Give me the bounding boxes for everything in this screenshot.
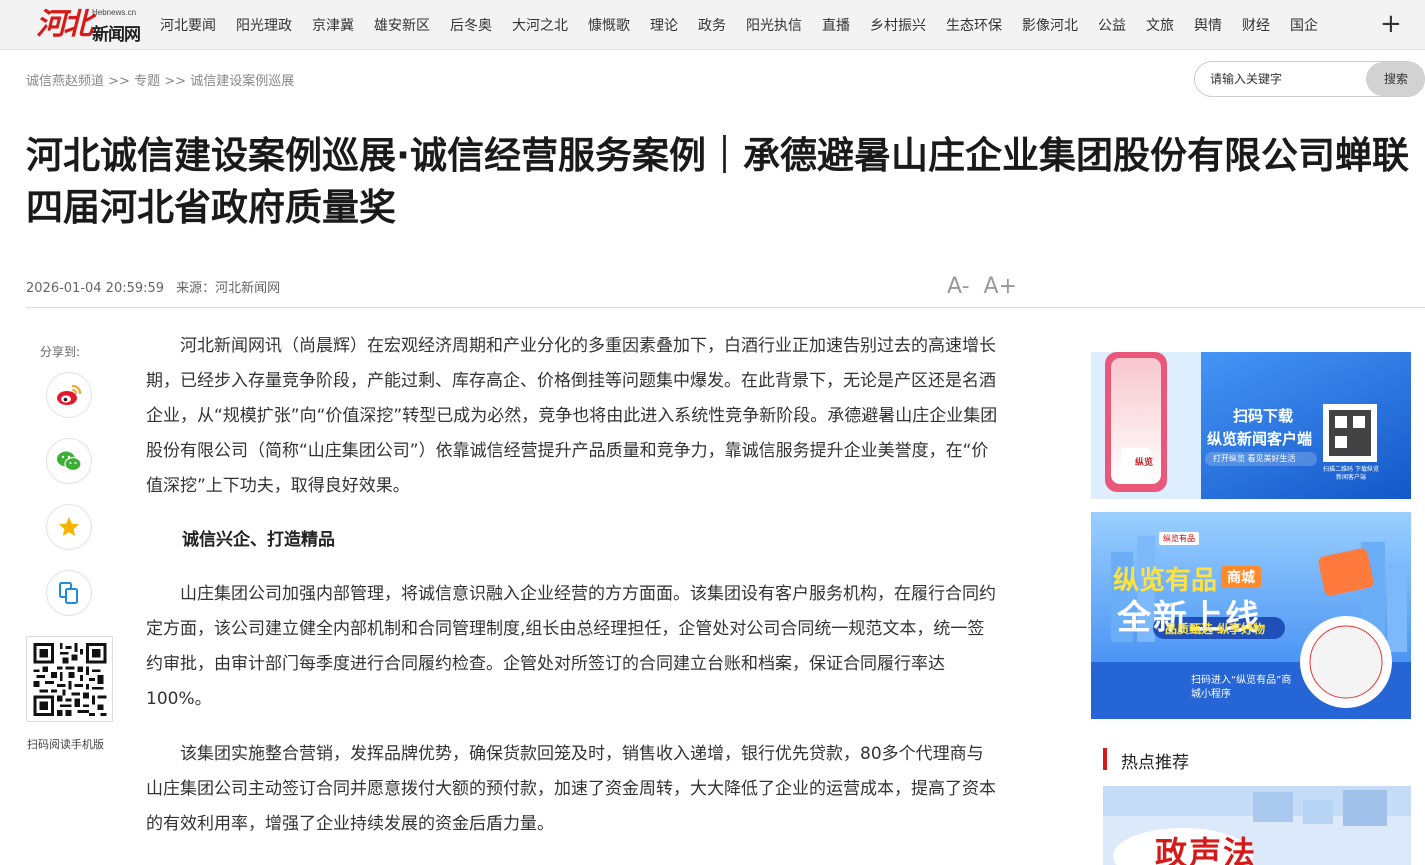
nav-link[interactable]: 阳光理政 [236,15,292,35]
hot-image-text: 政声法 [1155,834,1258,865]
share-favorite-button[interactable] [46,504,92,550]
nav-link[interactable]: 理论 [650,15,678,35]
breadcrumb-separator: >> [164,74,187,89]
hot-recommend-image[interactable]: 政声法 [1103,786,1411,865]
nav-link[interactable]: 文旅 [1146,15,1174,35]
mall-launch-banner[interactable]: 纵览有品 纵览有品 商城 全新上线 品质甄选 纵享好物 扫码进入“纵览有品”商城… [1091,512,1411,719]
ad1-line3: 打开纵览 看见美好生活 [1213,454,1296,463]
nav-link[interactable]: 舆情 [1194,15,1222,35]
ad2-cta: 扫码进入“纵览有品”商城小程序 [1191,675,1292,700]
qr-caption: 扫码阅读手机版 [27,738,104,751]
font-decrease-button[interactable]: A- [947,274,970,299]
breadcrumb-item[interactable]: 诚信燕赵频道 [26,74,104,89]
ad2-slogan: 品质甄选 纵享好物 [1165,622,1266,636]
nav-link[interactable]: 慷慨歌 [588,15,630,35]
breadcrumb-separator: >> [108,74,130,89]
nav-link[interactable]: 财经 [1242,15,1270,35]
ad1-qr-caption: 扫描二维码 下载纵览新闻客户端 [1323,466,1379,481]
copy-icon [59,582,78,604]
breadcrumb-item[interactable]: 专题 [134,74,160,89]
phone-brand-text: 纵览 [1135,458,1154,468]
font-size-controls: A- A+ [947,274,1031,299]
wechat-icon [57,451,82,472]
ad1-line1: 扫码下载 [1233,407,1294,425]
breadcrumb: 诚信燕赵频道 >> 专题 >> 诚信建设案例巡展 [26,70,294,89]
nav-link[interactable]: 直播 [822,15,850,35]
share-label: 分享到: [40,345,81,359]
qr-code-icon [33,643,107,716]
more-plus-icon[interactable]: + [1380,11,1402,37]
top-nav: 河北 Hebnews.cn 新闻网 河北要闻 阳光理政 京津冀 雄安新区 后冬奥 大河之北… [0,0,1425,50]
title-divider [26,307,1425,308]
favorite-icon [59,517,79,536]
nav-link[interactable]: 生态环保 [946,15,1002,35]
article-paragraph: 该集团实施整合营销，发挥品牌优势，确保货款回笼及时，销售收入递增，银行优先贷款，… [146,744,996,834]
article-meta: 2026-01-04 20:59:59 来源：河北新闻网 [26,277,280,296]
search-button[interactable]: 搜索 [1366,62,1424,96]
share-copy-button[interactable] [46,570,92,616]
publish-date: 2026-01-04 20:59:59 [26,281,165,296]
nav-link[interactable]: 大河之北 [512,15,568,35]
article-paragraph: 河北新闻网讯（尚晨辉）在宏观经济周期和产业分化的多重因素叠加下，白酒行业正加速告… [146,336,998,496]
nav-link[interactable]: 政务 [698,15,726,35]
logo-name: 新闻网 [92,25,141,45]
ad2-tag: 商城 [1221,566,1261,588]
nav-link[interactable]: 乡村振兴 [870,15,926,35]
ad1-line2: 纵览新闻客户端 [1207,430,1313,448]
nav-link[interactable]: 京津冀 [312,15,354,35]
nav-link[interactable]: 影像河北 [1022,15,1078,35]
mobile-qr-code [26,636,113,722]
share-weibo-button[interactable] [46,372,92,418]
logo-domain: Hebnews.cn [92,8,137,17]
app-download-banner[interactable]: 纵览 扫码下载 纵览新闻客户端 打开纵览 看见美好生活 扫描二维码 下载纵览新闻… [1091,352,1411,499]
article-source: 来源：河北新闻网 [176,281,281,296]
breadcrumb-item[interactable]: 诚信建设案例巡展 [190,74,294,89]
hot-recommend-title: 热点推荐 [1103,748,1189,773]
search-input[interactable] [1195,62,1367,96]
nav-list: 河北要闻 阳光理政 京津冀 雄安新区 后冬奥 大河之北 慷慨歌 理论 政务 阳光执信 直播 乡村振兴生… [160,0,1338,50]
article-title: 河北诚信建设案例巡展·诚信经营服务案例｜承德避暑山庄企业集团股份有限公司蝉联四届… [26,134,1410,229]
weibo-icon [57,384,82,405]
share-wechat-button[interactable] [46,438,92,484]
nav-link[interactable]: 河北要闻 [160,15,216,35]
ad2-tag-bar: 纵览有品 [1159,532,1199,545]
font-increase-button[interactable]: A+ [984,274,1017,299]
site-logo[interactable]: 河北 Hebnews.cn 新闻网 [36,5,146,45]
article-paragraph: 山庄集团公司加强内部管理，将诚信意识融入企业经营的方方面面。该集团设有客户服务机… [146,584,996,709]
nav-link[interactable]: 国企 [1290,15,1318,35]
article-subheading: 诚信兴企、打造精品 [182,530,335,550]
nav-link[interactable]: 阳光执信 [746,15,802,35]
nav-link[interactable]: 公益 [1098,15,1126,35]
nav-link[interactable]: 后冬奥 [450,15,492,35]
nav-link[interactable]: 雄安新区 [374,15,430,35]
search-box: 搜索 [1194,61,1425,97]
logo-mark: 河北 [36,7,93,42]
